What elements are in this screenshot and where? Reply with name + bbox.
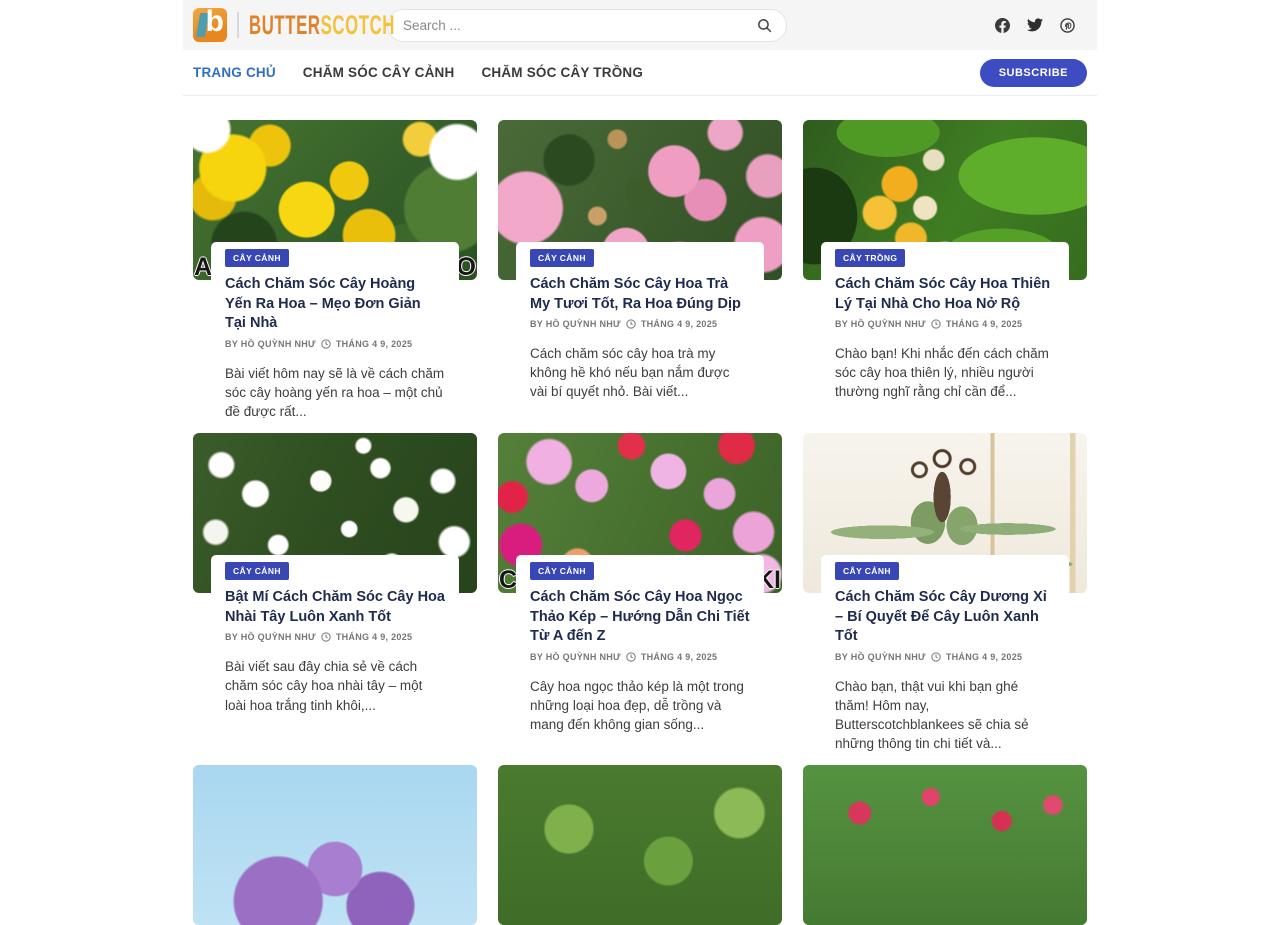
post-panel: CÂY CẢNH Bật Mí Cách Chăm Sóc Cây Hoa Nh… bbox=[211, 555, 459, 715]
twitter-icon[interactable] bbox=[1027, 18, 1043, 32]
search-icon[interactable] bbox=[756, 17, 773, 34]
site-logo[interactable]: b BUTTERSCOTCH bbox=[193, 8, 361, 42]
clock-icon bbox=[626, 652, 636, 662]
post-byline: BY HỒ QUỲNH NHƯ THÁNG 4 9, 2025 bbox=[835, 319, 1055, 329]
byline-author: BY HỒ QUỲNH NHƯ bbox=[835, 652, 926, 662]
post-panel: CÂY CẢNH Cách Chăm Sóc Cây Hoàng Yến Ra … bbox=[211, 242, 459, 421]
main-nav: TRANG CHỦ CHĂM SÓC CÂY CẢNH CHĂM SÓC CÂY T… bbox=[193, 65, 670, 80]
post-title[interactable]: Bật Mí Cách Chăm Sóc Cây Hoa Nhài Tây Lu… bbox=[225, 588, 445, 627]
post-panel: CÂY CẢNH Cách Chăm Sóc Cây Hoa Trà My Tư… bbox=[516, 242, 764, 402]
post-panel: CÂY CẢNH Cách Chăm Sóc Cây Dương Xỉ – Bí… bbox=[821, 555, 1069, 753]
nav-item[interactable]: CHĂM SÓC CÂY TRỒNG bbox=[481, 65, 643, 80]
facebook-icon[interactable] bbox=[995, 18, 1010, 33]
post-excerpt: Chào bạn! Khi nhắc đến cách chăm sóc cây… bbox=[835, 344, 1055, 401]
post-panel: CÂY TRỒNG Cách Chăm Sóc Cây Hoa Thiên Lý… bbox=[821, 242, 1069, 402]
post-image-purple-flowers-blue-sky[interactable] bbox=[193, 765, 477, 925]
category-badge[interactable]: CÂY CẢNH bbox=[225, 249, 289, 267]
byline-date: THÁNG 4 9, 2025 bbox=[641, 652, 718, 662]
post-title[interactable]: Cách Chăm Sóc Cây Dương Xỉ – Bí Quyết Để… bbox=[835, 588, 1055, 647]
byline-author: BY HỒ QUỲNH NHƯ bbox=[225, 339, 316, 349]
post-card: CÂY CẢNH Bật Mí Cách Chăm Sóc Cây Hoa Nh… bbox=[193, 433, 477, 753]
post-title[interactable]: Cách Chăm Sóc Cây Hoa Thiên Lý Tại Nhà C… bbox=[835, 275, 1055, 314]
byline-date: THÁNG 4 9, 2025 bbox=[336, 339, 413, 349]
search-input[interactable] bbox=[401, 17, 756, 34]
byline-date: THÁNG 4 9, 2025 bbox=[946, 319, 1023, 329]
post-title[interactable]: Cách Chăm Sóc Cây Hoa Trà My Tươi Tốt, R… bbox=[530, 275, 750, 314]
pinterest-icon[interactable] bbox=[1060, 18, 1075, 33]
post-card: CÂY TRỒNG Cách Chăm Sóc Cây Hoa Thiên Lý… bbox=[803, 120, 1087, 421]
post-title[interactable]: Cách Chăm Sóc Cây Hoa Ngọc Thảo Kép – Hư… bbox=[530, 588, 750, 647]
post-byline: BY HỒ QUỲNH NHƯ THÁNG 4 9, 2025 bbox=[225, 632, 445, 642]
logo-icon: b bbox=[193, 8, 227, 42]
wordmark-part1: BUTTER bbox=[249, 10, 321, 40]
post-excerpt: Bài viết sau đây chia sẻ về cách chăm só… bbox=[225, 657, 445, 714]
post-excerpt: Bài viết hôm nay sẽ là về cách chăm sóc … bbox=[225, 364, 445, 421]
post-card: C KI CÂY CẢNH Cách Chăm Sóc Cây Hoa Ngọc… bbox=[498, 433, 782, 753]
posts-grid: A IO CÂY CẢNH Cách Chăm Sóc Cây Hoàng Yế… bbox=[193, 120, 1087, 925]
main-nav-row: TRANG CHỦ CHĂM SÓC CÂY CẢNH CHĂM SÓC CÂY T… bbox=[183, 50, 1097, 96]
category-badge[interactable]: CÂY CẢNH bbox=[225, 562, 289, 580]
main-content: A IO CÂY CẢNH Cách Chăm Sóc Cây Hoàng Yế… bbox=[183, 96, 1097, 925]
post-excerpt: Cách chăm sóc cây hoa trà my không hề kh… bbox=[530, 344, 750, 401]
image-watermark-left: A bbox=[194, 253, 212, 282]
logo-divider bbox=[237, 12, 239, 38]
post-byline: BY HỒ QUỲNH NHƯ THÁNG 4 9, 2025 bbox=[530, 319, 750, 329]
post-card bbox=[193, 765, 477, 925]
post-title[interactable]: Cách Chăm Sóc Cây Hoàng Yến Ra Hoa – Mẹo… bbox=[225, 275, 445, 334]
post-byline: BY HỒ QUỲNH NHƯ THÁNG 4 9, 2025 bbox=[225, 339, 445, 349]
logo-letter: b bbox=[206, 8, 224, 39]
search-bar bbox=[387, 9, 787, 42]
site-header: b BUTTERSCOTCH bbox=[183, 0, 1097, 50]
post-card: A IO CÂY CẢNH Cách Chăm Sóc Cây Hoàng Yế… bbox=[193, 120, 477, 421]
clock-icon bbox=[321, 632, 331, 642]
category-badge[interactable]: CÂY CẢNH bbox=[530, 562, 594, 580]
byline-date: THÁNG 4 9, 2025 bbox=[336, 632, 413, 642]
category-badge[interactable]: CÂY TRỒNG bbox=[835, 249, 905, 267]
byline-author: BY HỒ QUỲNH NHƯ bbox=[225, 632, 316, 642]
byline-author: BY HỒ QUỲNH NHƯ bbox=[530, 652, 621, 662]
post-card: CÂY CẢNH Cách Chăm Sóc Cây Hoa Trà My Tư… bbox=[498, 120, 782, 421]
nav-item[interactable]: TRANG CHỦ bbox=[193, 65, 276, 80]
post-image-garden-with-red-flowers[interactable] bbox=[803, 765, 1087, 925]
byline-author: BY HỒ QUỲNH NHƯ bbox=[835, 319, 926, 329]
category-badge[interactable]: CÂY CẢNH bbox=[835, 562, 899, 580]
clock-icon bbox=[931, 652, 941, 662]
byline-author: BY HỒ QUỲNH NHƯ bbox=[530, 319, 621, 329]
post-byline: BY HỒ QUỲNH NHƯ THÁNG 4 9, 2025 bbox=[835, 652, 1055, 662]
wordmark-part2: SCOTCH bbox=[321, 10, 395, 40]
logo-wordmark: BUTTERSCOTCH bbox=[249, 10, 361, 40]
post-excerpt: Cây hoa ngọc thảo kép là một trong những… bbox=[530, 677, 750, 734]
post-excerpt: Chào bạn, thật vui khi bạn ghé thăm! Hôm… bbox=[835, 677, 1055, 754]
clock-icon bbox=[626, 319, 636, 329]
nav-item[interactable]: CHĂM SÓC CÂY CẢNH bbox=[303, 65, 455, 80]
clock-icon bbox=[931, 319, 941, 329]
image-watermark-left: C bbox=[499, 566, 517, 595]
post-card bbox=[498, 765, 782, 925]
post-byline: BY HỒ QUỲNH NHƯ THÁNG 4 9, 2025 bbox=[530, 652, 750, 662]
post-panel: CÂY CẢNH Cách Chăm Sóc Cây Hoa Ngọc Thảo… bbox=[516, 555, 764, 734]
subscribe-button[interactable]: SUBSCRIBE bbox=[980, 59, 1087, 87]
byline-date: THÁNG 4 9, 2025 bbox=[946, 652, 1023, 662]
social-links bbox=[995, 18, 1085, 33]
category-badge[interactable]: CÂY CẢNH bbox=[530, 249, 594, 267]
post-card: CÂY CẢNH Cách Chăm Sóc Cây Dương Xỉ – Bí… bbox=[803, 433, 1087, 753]
byline-date: THÁNG 4 9, 2025 bbox=[641, 319, 718, 329]
clock-icon bbox=[321, 339, 331, 349]
site-container: b BUTTERSCOTCH bbox=[183, 0, 1097, 925]
post-image-green-foliage[interactable] bbox=[498, 765, 782, 925]
post-card bbox=[803, 765, 1087, 925]
